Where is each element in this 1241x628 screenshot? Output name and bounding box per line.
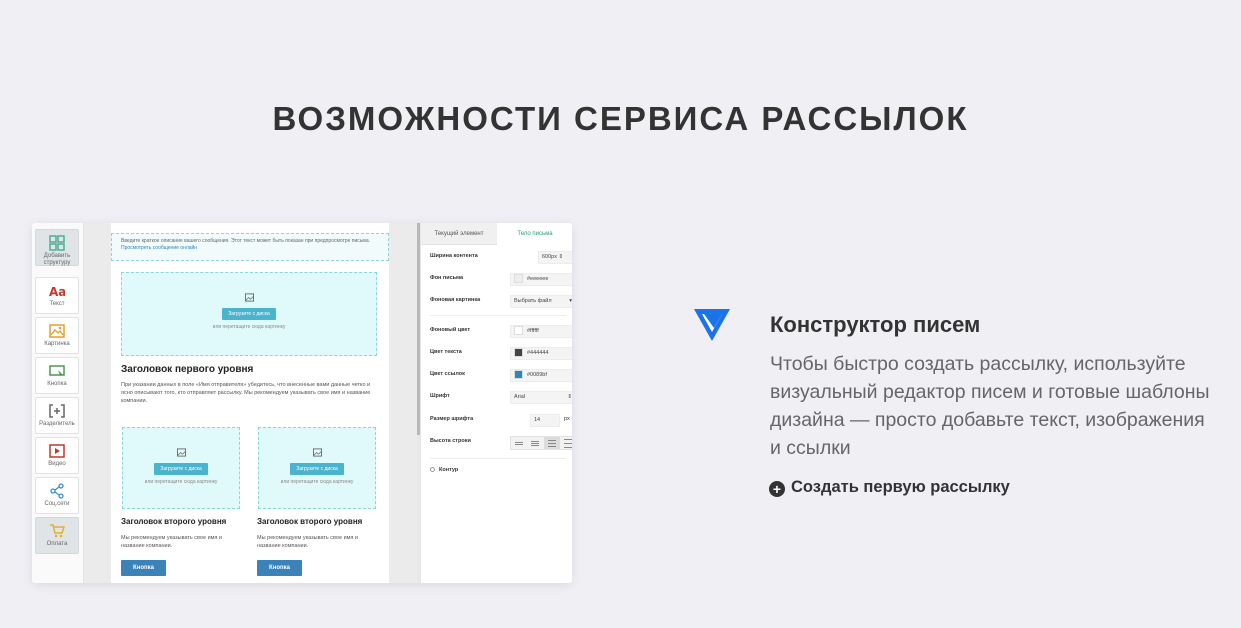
content-width-stepper[interactable]: 600px ⇕ (538, 251, 572, 264)
image-icon (49, 324, 65, 338)
cart-icon (50, 524, 65, 538)
divider-icon (49, 404, 65, 418)
heading-level-1[interactable]: Заголовок первого уровня (121, 364, 253, 375)
image-dropzone-right[interactable]: Загрузите с диска или перетащите сюда ка… (258, 427, 376, 509)
video-icon (49, 444, 65, 458)
properties-panel: Текущий элемент Тело письма Ширина конте… (420, 223, 572, 583)
preheader-block[interactable]: Введите краткое описание вашего сообщени… (111, 233, 389, 261)
font-size-input[interactable]: 14 (530, 414, 560, 427)
prop-bg-color: Фон письма #eeeeee (430, 273, 572, 287)
chevron-updown-icon: ⇕ (567, 394, 572, 400)
chevron-down-icon: ▾ (569, 298, 572, 304)
share-icon (50, 483, 64, 499)
divider (430, 458, 566, 459)
tool-image[interactable]: Картинка (35, 317, 79, 354)
outline-checkbox[interactable]: Контур (430, 467, 458, 473)
feature-title: Конструктор писем (770, 312, 981, 337)
view-online-link[interactable]: Просмотреть сообщение онлайн (121, 245, 197, 251)
properties-tabs: Текущий элемент Тело письма (421, 223, 572, 245)
tool-add-structure[interactable]: Добавить структуру (35, 229, 79, 266)
prop-bg-image: Фоновая картинка Выбрать файл ▾ (430, 295, 572, 309)
font-select[interactable]: Arial ⇕ (510, 391, 572, 404)
image-icon (176, 448, 186, 457)
email-editor-screenshot: Добавить структуру Aa Текст Картинка Кно… (32, 223, 572, 583)
upload-from-disk-button[interactable]: Загрузите с диска (290, 463, 344, 475)
tool-video[interactable]: Видео (35, 437, 79, 474)
tool-label: Добавить структуру (43, 253, 71, 266)
tool-text[interactable]: Aa Текст (35, 277, 79, 314)
email-button-right[interactable]: Кнопка (257, 560, 302, 576)
bg-image-select[interactable]: Выбрать файл ▾ (510, 295, 572, 308)
paragraph-block[interactable]: При указании данных в поле «Имя отправит… (121, 381, 373, 405)
bg-color-picker[interactable]: #eeeeee (510, 273, 572, 286)
prop-line-height: Высота строки (430, 436, 572, 450)
tool-payment[interactable]: Оплата (35, 517, 79, 554)
divider (430, 315, 566, 316)
upload-hint: или перетащите сюда картинку (212, 324, 286, 330)
plus-circle-icon: + (769, 481, 785, 497)
prop-text-color: Цвет текста #444444 (430, 347, 572, 361)
image-icon (244, 293, 254, 302)
line-height-options (510, 436, 572, 450)
preheader-text: Введите краткое описание вашего сообщени… (121, 238, 371, 244)
tab-email-body[interactable]: Тело письма (497, 223, 572, 245)
prop-content-width: Ширина контента 600px ⇕ (430, 251, 572, 265)
page-title: ВОЗМОЖНОСТИ СЕРВИСА РАССЫЛОК (272, 100, 969, 137)
text-color-picker[interactable]: #444444 (510, 347, 572, 360)
line-height-option-1[interactable] (511, 437, 527, 449)
tool-label: Оплата (46, 541, 68, 547)
tab-current-element[interactable]: Текущий элемент (421, 223, 497, 245)
prop-body-bg: Фоновый цвет #ffffff (430, 325, 572, 339)
tool-label: Кнопка (47, 381, 67, 387)
upload-from-disk-button[interactable]: Загрузите с диска (154, 463, 208, 475)
paragraph-right[interactable]: Мы рекомендуем указывать свое имя и назв… (257, 534, 375, 550)
checkbox-icon (430, 467, 435, 473)
create-first-campaign-link[interactable]: + Создать первую рассылку (769, 478, 1010, 497)
line-height-option-4[interactable] (560, 437, 572, 449)
prop-link-color: Цвет ссылок #0089bf (430, 369, 572, 383)
heading-level-2-left[interactable]: Заголовок второго уровня (121, 517, 226, 526)
tool-social[interactable]: Соц.сети (35, 477, 79, 514)
text-icon: Aa (49, 285, 65, 299)
tool-label: Соц.сети (44, 501, 70, 507)
email-body: Введите краткое описание вашего сообщени… (111, 223, 389, 583)
email-canvas: Введите краткое описание вашего сообщени… (84, 223, 417, 583)
line-height-option-2[interactable] (527, 437, 543, 449)
block-palette: Добавить структуру Aa Текст Картинка Кно… (32, 223, 84, 583)
tool-label: Видео (48, 461, 66, 467)
svg-text:Aa: Aa (49, 285, 65, 299)
font-size-unit: px (564, 416, 570, 422)
tool-divider[interactable]: Разделитель (35, 397, 79, 434)
link-color-picker[interactable]: #0089bf (510, 369, 572, 382)
upload-from-disk-button[interactable]: Загрузите с диска (222, 308, 276, 320)
color-swatch (514, 326, 523, 336)
tool-label: Картинка (44, 341, 70, 347)
tool-label: Разделитель (39, 421, 75, 427)
feature-description: Чтобы быстро создать рассылку, используй… (770, 353, 1210, 459)
tool-label: Текст (49, 301, 65, 307)
color-swatch (514, 274, 523, 284)
heading-level-2-right[interactable]: Заголовок второго уровня (257, 517, 362, 526)
line-height-option-3[interactable] (544, 437, 560, 449)
prop-font-size: Размер шрифта 14 px (430, 414, 570, 428)
image-dropzone-main[interactable]: Загрузите с диска или перетащите сюда ка… (121, 272, 377, 356)
image-dropzone-left[interactable]: Загрузите с диска или перетащите сюда ка… (122, 427, 240, 509)
upload-hint: или перетащите сюда картинку (280, 479, 354, 485)
tool-button[interactable]: Кнопка (35, 357, 79, 394)
color-swatch (514, 370, 523, 380)
prop-font: Шрифт Arial ⇕ (430, 391, 572, 405)
paragraph-left[interactable]: Мы рекомендуем указывать свое имя и назв… (121, 534, 239, 550)
upload-hint: или перетащите сюда картинку (144, 479, 218, 485)
email-button-left[interactable]: Кнопка (121, 560, 166, 576)
grid-icon (49, 235, 65, 251)
body-bg-color-picker[interactable]: #ffffff (510, 325, 572, 338)
color-swatch (514, 348, 523, 358)
chevron-logo-icon (694, 309, 730, 341)
button-icon (49, 365, 65, 378)
image-icon (312, 448, 322, 457)
